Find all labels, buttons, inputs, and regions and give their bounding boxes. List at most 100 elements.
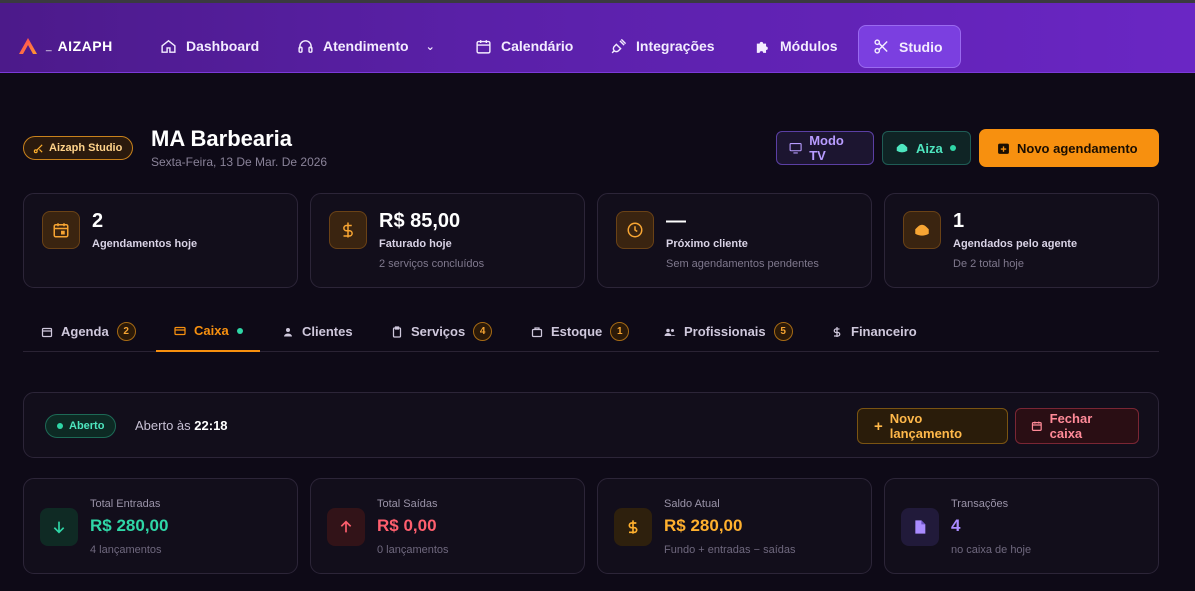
tab-profissionais[interactable]: Profissionais 5: [664, 311, 793, 352]
tab-estoque-label: Estoque: [551, 324, 603, 339]
tab-count-badge: 2: [116, 322, 136, 341]
stat-card-faturado: R$ 85,00 Faturado hoje 2 serviços conclu…: [310, 193, 585, 288]
tab-servicos-label: Serviços: [411, 324, 466, 339]
monitor-icon: [789, 143, 802, 154]
tab-count-badge: 4: [473, 322, 493, 341]
nav-integracoes[interactable]: Integrações: [596, 25, 729, 67]
tab-clientes-label: Clientes: [302, 324, 353, 339]
online-indicator: [949, 145, 956, 151]
tab-financeiro-label: Financeiro: [851, 324, 917, 339]
stat-card-agendamentos: 2 Agendamentos hoje: [23, 193, 298, 288]
scissors-icon: [874, 39, 888, 54]
nav-calendario-label: Calendário: [501, 38, 574, 54]
aiza-button[interactable]: Aiza: [882, 131, 971, 165]
tab-count-badge: 5: [773, 322, 793, 341]
stat-label: Agendamentos hoje: [92, 238, 198, 250]
status-dot: [57, 423, 63, 429]
studio-tabs: Agenda 2 Caixa Clientes Serviços 4 Estoq…: [23, 311, 1159, 352]
tab-agenda[interactable]: Agenda 2: [41, 311, 136, 352]
opened-time: 22:18: [194, 418, 228, 433]
studio-badge: Aizaph Studio: [23, 136, 134, 160]
aiza-label: Aiza: [916, 140, 943, 156]
chevron-down-icon[interactable]: ⌄: [426, 40, 435, 53]
brand-logo[interactable]: _ AIZAPH: [18, 37, 113, 55]
stat-label: Agendados pelo agente: [953, 238, 1078, 250]
stat-value: 1: [953, 210, 965, 232]
tab-caixa-label: Caixa: [194, 323, 229, 338]
stat-sub: De 2 total hoje: [953, 258, 1024, 270]
arrow-up-icon: [327, 508, 365, 546]
modo-tv-label: Modo TV: [809, 133, 844, 163]
clock-icon: [616, 211, 654, 249]
box-icon: [531, 326, 543, 337]
plus-icon: +: [874, 417, 883, 435]
arrow-down-icon: [40, 508, 78, 546]
fin-sub: 4 lançamentos: [90, 544, 162, 556]
nav-integracoes-label: Integrações: [636, 38, 715, 54]
brand-name: AIZAPH: [57, 38, 113, 54]
fin-card-saidas: Total Saídas R$ 0,00 0 lançamentos: [310, 478, 585, 574]
fin-card-entradas: Total Entradas R$ 280,00 4 lançamentos: [23, 478, 298, 574]
fin-label: Saldo Atual: [664, 498, 720, 510]
nav-calendario[interactable]: Calendário: [461, 25, 587, 67]
bot-icon: [896, 143, 908, 153]
fin-label: Total Saídas: [377, 498, 438, 510]
fin-value: R$ 280,00: [664, 516, 743, 535]
nav-atendimento-label: Atendimento: [323, 38, 409, 54]
fin-label: Total Entradas: [90, 498, 161, 510]
top-navbar: _ AIZAPH Dashboard Atendimento ⌄ Calendá…: [0, 3, 1195, 73]
status-label: Aberto: [69, 420, 105, 432]
tab-servicos[interactable]: Serviços 4: [391, 311, 493, 352]
fin-label: Transações: [951, 498, 1009, 510]
status-badge: Aberto: [45, 414, 117, 438]
clipboard-icon: [392, 325, 402, 338]
fin-value: R$ 0,00: [377, 516, 437, 535]
user-icon: [284, 327, 292, 336]
nav-dashboard[interactable]: Dashboard: [146, 25, 273, 67]
page-title: MA Barbearia: [151, 126, 293, 151]
novo-lancamento-button[interactable]: + Novo lançamento: [857, 408, 1008, 444]
headset-icon: [298, 39, 313, 53]
logo-icon: [19, 38, 37, 54]
stat-card-proximo-cliente: — Próximo cliente Sem agendamentos pende…: [597, 193, 872, 288]
tab-caixa[interactable]: Caixa: [156, 311, 260, 352]
calendar-icon: [476, 39, 491, 54]
caixa-status-card: Aberto Aberto às 22:18 + Novo lançamento…: [23, 392, 1159, 458]
tab-count-badge: 1: [610, 322, 630, 341]
add-calendar-icon: [998, 143, 1009, 154]
fin-sub: no caixa de hoje: [951, 544, 1032, 556]
fin-card-saldo: Saldo Atual R$ 280,00 Fundo + entradas −…: [597, 478, 872, 574]
opened-prefix: Aberto às: [135, 418, 191, 433]
stat-label: Faturado hoje: [379, 238, 452, 250]
fin-sub: 0 lançamentos: [377, 544, 449, 556]
tab-clientes[interactable]: Clientes: [282, 311, 353, 352]
bot-icon: [903, 211, 941, 249]
stat-sub: Sem agendamentos pendentes: [666, 258, 819, 270]
puzzle-icon: [756, 41, 768, 53]
document-icon: [901, 508, 939, 546]
scissors-icon: [33, 143, 43, 153]
home-icon: [161, 39, 176, 53]
wallet-icon: [174, 326, 186, 335]
fin-sub: Fundo + entradas − saídas: [664, 544, 796, 556]
nav-modulos-label: Módulos: [780, 38, 838, 54]
nav-atendimento[interactable]: Atendimento ⌄: [283, 25, 449, 67]
tab-estoque[interactable]: Estoque 1: [531, 311, 630, 352]
novo-agendamento-button[interactable]: Novo agendamento: [979, 129, 1159, 167]
stat-card-agente: 1 Agendados pelo agente De 2 total hoje: [884, 193, 1159, 288]
modo-tv-button[interactable]: Modo TV: [776, 131, 874, 165]
nav-studio[interactable]: Studio: [858, 25, 961, 68]
stat-label: Próximo cliente: [666, 238, 748, 250]
nav-modulos[interactable]: Módulos: [740, 25, 852, 67]
stat-sub: 2 serviços concluídos: [379, 258, 485, 270]
plug-icon: [611, 38, 627, 53]
novo-agendamento-label: Novo agendamento: [1017, 140, 1138, 156]
open-indicator: [236, 327, 243, 334]
dollar-icon: [614, 508, 652, 546]
dollar-icon: [329, 211, 367, 249]
fechar-caixa-button[interactable]: Fechar caixa: [1015, 408, 1139, 444]
logo-dash: _: [46, 40, 52, 52]
tab-financeiro[interactable]: Financeiro: [831, 311, 917, 352]
nav-dashboard-label: Dashboard: [186, 38, 260, 54]
dollar-icon: [833, 326, 841, 337]
